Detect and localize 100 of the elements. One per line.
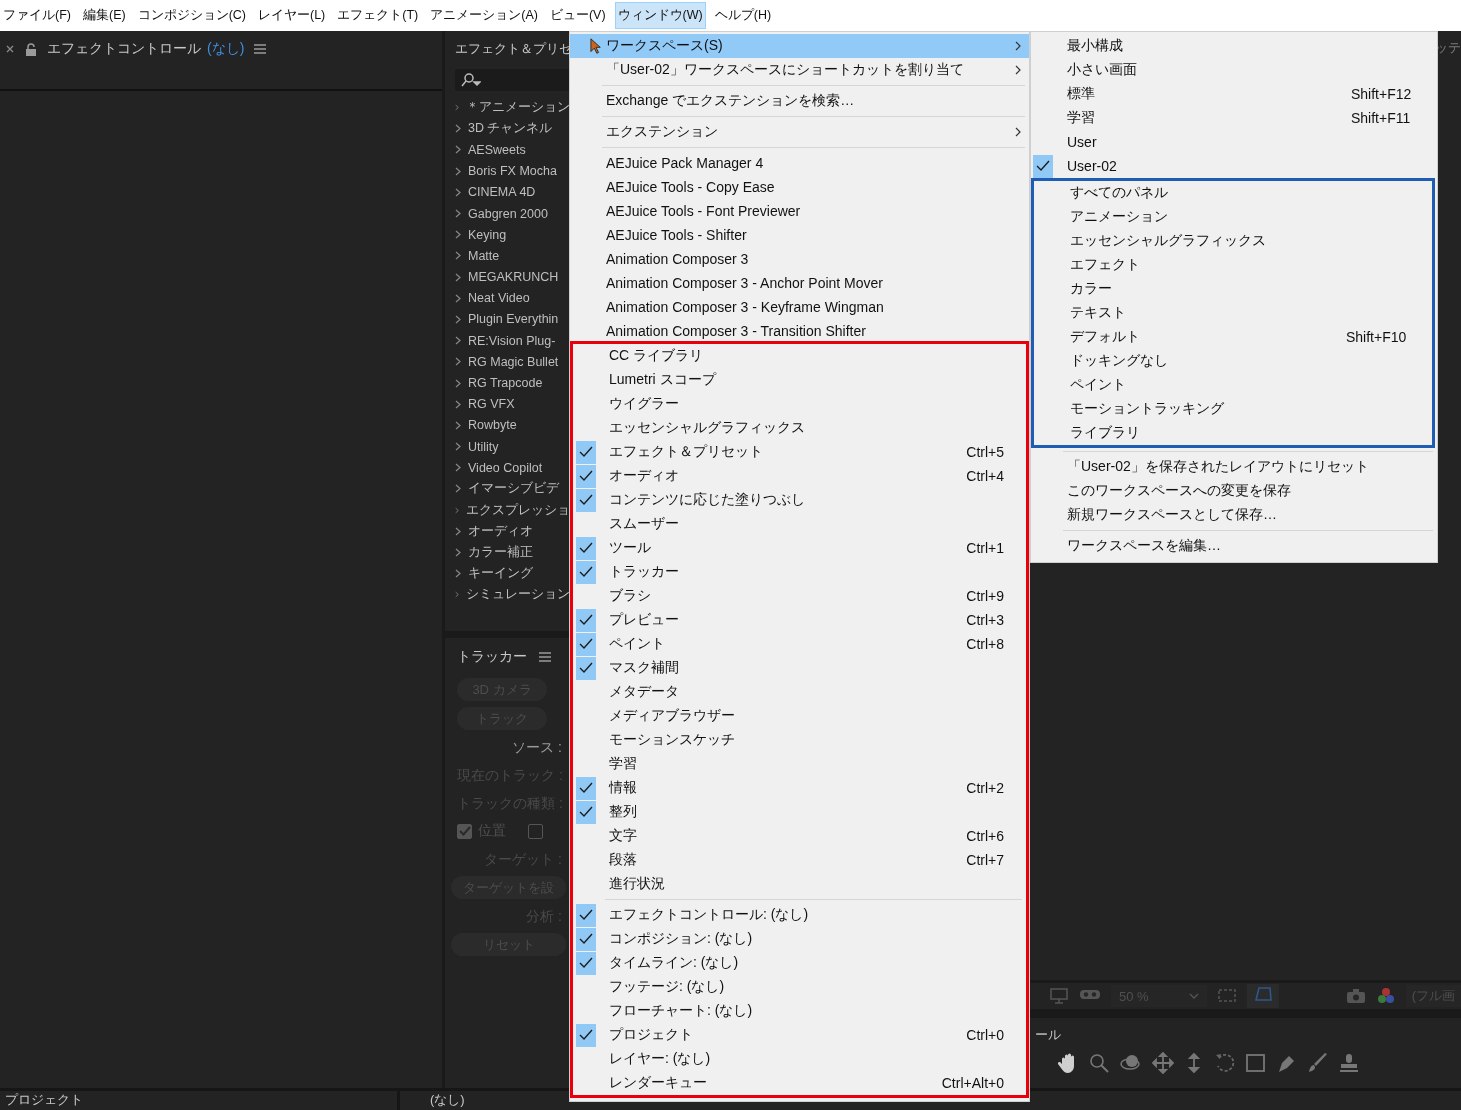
menu-item[interactable]: トラッカー xyxy=(573,560,1026,584)
menu-item[interactable]: メタデータ xyxy=(573,680,1026,704)
menu-item[interactable]: User xyxy=(1031,130,1437,154)
lock-icon[interactable] xyxy=(25,42,37,56)
menu-item[interactable]: ペイント xyxy=(1034,373,1432,397)
menu-item[interactable]: Lumetri スコープ xyxy=(573,368,1026,392)
search-field[interactable] xyxy=(455,69,570,91)
menu-item[interactable]: マスク補間 xyxy=(573,656,1026,680)
category-item[interactable]: イマーシブビデ xyxy=(451,478,570,500)
menu-bar-item[interactable]: ファイル(F) xyxy=(0,2,74,29)
category-item[interactable]: RG VFX xyxy=(451,393,570,415)
menu-item[interactable]: スムーザー xyxy=(573,512,1026,536)
menu-item[interactable]: 「User-02」を保存されたレイアウトにリセット xyxy=(1031,455,1437,479)
menu-bar-item[interactable]: 編集(E) xyxy=(79,2,129,29)
menu-item[interactable]: コンテンツに応じた塗りつぶし xyxy=(573,488,1026,512)
menu-item[interactable]: ライブラリ xyxy=(1034,421,1432,445)
menu-item[interactable]: 学習 Shift+F11 xyxy=(1031,106,1437,130)
menu-item[interactable]: ワークスペースを編集… xyxy=(1031,534,1437,558)
menu-item[interactable]: User-02 xyxy=(1031,154,1437,178)
menu-item[interactable]: 「User-02」ワークスペースにショートカットを割り当て xyxy=(570,58,1029,82)
panel-title[interactable]: ール xyxy=(1035,1018,1461,1045)
menu-bar-item[interactable]: レイヤー(L) xyxy=(255,2,329,29)
menu-item[interactable]: 小さい画面 xyxy=(1031,58,1437,82)
menu-item[interactable]: オーディオ Ctrl+4 xyxy=(573,464,1026,488)
menu-item[interactable]: エフェクト＆プリセット Ctrl+5 xyxy=(573,440,1026,464)
menu-item[interactable]: タイムライン: (なし) xyxy=(573,951,1026,975)
category-item[interactable]: Utility xyxy=(451,436,570,458)
menu-item[interactable]: 新規ワークスペースとして保存… xyxy=(1031,503,1437,527)
project-panel-tab[interactable]: プロジェクト xyxy=(0,1091,400,1110)
rotate-icon[interactable] xyxy=(1214,1052,1236,1075)
menu-item[interactable]: レイヤー: (なし) xyxy=(573,1047,1026,1071)
composition-panel-tab[interactable]: (なし) xyxy=(400,1091,465,1110)
menu-item[interactable]: AEJuice Tools - Font Previewer xyxy=(570,199,1029,223)
category-item[interactable]: Video Copilot xyxy=(451,457,570,479)
menu-bar-item[interactable]: アニメーション(A) xyxy=(427,2,541,29)
menu-item[interactable]: Animation Composer 3 - Transition Shifter xyxy=(570,319,1029,343)
menu-item[interactable]: エッセンシャルグラフィックス xyxy=(1034,229,1432,253)
category-item[interactable]: シミュレーション xyxy=(451,584,570,606)
menu-item[interactable]: カラー xyxy=(1034,277,1432,301)
menu-item[interactable]: 文字 Ctrl+6 xyxy=(573,824,1026,848)
menu-item[interactable]: プレビュー Ctrl+3 xyxy=(573,608,1026,632)
category-item[interactable]: Neat Video xyxy=(451,287,570,309)
menu-item[interactable]: ウイグラー xyxy=(573,392,1026,416)
menu-item[interactable]: 標準 Shift+F12 xyxy=(1031,82,1437,106)
category-item[interactable]: Plugin Everythin xyxy=(451,308,570,331)
menu-item[interactable]: ワークスペース(S) xyxy=(570,34,1029,58)
category-item[interactable]: Keying xyxy=(451,224,570,246)
menu-item[interactable]: モーションスケッチ xyxy=(573,728,1026,752)
menu-item[interactable]: ツール Ctrl+1 xyxy=(573,536,1026,560)
category-item[interactable]: キーイング xyxy=(451,563,570,585)
brush-icon[interactable] xyxy=(1307,1052,1329,1075)
menu-icon[interactable] xyxy=(539,652,551,662)
menu-bar-item[interactable]: ウィンドウ(W) xyxy=(614,2,706,29)
menu-item[interactable]: 学習 xyxy=(573,752,1026,776)
menu-item[interactable]: エッセンシャルグラフィックス xyxy=(573,416,1026,440)
menu-item[interactable]: すべてのパネル xyxy=(1034,181,1432,205)
menu-bar-item[interactable]: エフェクト(T) xyxy=(334,2,422,29)
category-item[interactable]: RE:Vision Plug- xyxy=(451,330,570,352)
category-item[interactable]: Matte xyxy=(451,245,570,267)
stamp-icon[interactable] xyxy=(1338,1052,1360,1075)
mask-toggle[interactable] xyxy=(1247,984,1279,1009)
menu-item[interactable]: デフォルト Shift+F10 xyxy=(1034,325,1432,349)
category-item[interactable]: Gabgren 2000 xyxy=(451,202,570,225)
menu-bar-item[interactable]: ヘルプ(H) xyxy=(711,2,775,29)
category-item[interactable]: オーディオ xyxy=(451,520,570,542)
category-item[interactable]: MEGAKRUNCH xyxy=(451,266,570,288)
menu-bar-item[interactable]: コンポジション(C) xyxy=(134,2,249,29)
menu-item[interactable]: AEJuice Tools - Shifter xyxy=(570,223,1029,247)
menu-item[interactable]: コンポジション: (なし) xyxy=(573,927,1026,951)
checkbox[interactable] xyxy=(528,823,543,839)
category-item[interactable]: Boris FX Mocha xyxy=(451,160,570,182)
monitor-icon[interactable] xyxy=(1049,987,1069,1006)
menu-item[interactable]: ブラシ Ctrl+9 xyxy=(573,584,1026,608)
category-item[interactable]: エクスプレッショ xyxy=(451,499,570,521)
menu-item[interactable]: 情報 Ctrl+2 xyxy=(573,776,1026,800)
menu-item[interactable]: Animation Composer 3 xyxy=(570,247,1029,271)
category-item[interactable]: 3D チャンネル xyxy=(451,118,570,140)
close-icon[interactable] xyxy=(5,44,15,54)
camera-icon[interactable] xyxy=(1345,988,1366,1005)
menu-item[interactable]: フローチャート: (なし) xyxy=(573,999,1026,1023)
menu-item[interactable]: テキスト xyxy=(1034,301,1432,325)
category-item[interactable]: Rowbyte xyxy=(451,414,570,436)
category-item[interactable]: カラー補正 xyxy=(451,541,570,564)
menu-item[interactable]: アニメーション xyxy=(1034,205,1432,229)
menu-item[interactable]: メディアブラウザー xyxy=(573,704,1026,728)
category-item[interactable]: RG Magic Bullet xyxy=(451,351,570,373)
channels-icon[interactable] xyxy=(1375,987,1396,1006)
menu-item[interactable]: AEJuice Tools - Copy Ease xyxy=(570,175,1029,199)
menu-item[interactable]: 進行状況 xyxy=(573,872,1026,896)
menu-item[interactable]: 最小構成 xyxy=(1031,34,1437,58)
menu-item[interactable]: Animation Composer 3 - Keyframe Wingman xyxy=(570,295,1029,319)
category-item[interactable]: AESweets xyxy=(451,139,570,161)
menu-item[interactable]: エフェクトコントロール: (なし) xyxy=(573,903,1026,927)
menu-icon[interactable] xyxy=(254,44,267,54)
menu-item[interactable]: エフェクト xyxy=(1034,253,1432,277)
zoom-icon[interactable] xyxy=(1088,1052,1110,1075)
menu-item[interactable]: 整列 xyxy=(573,800,1026,824)
menu-item[interactable]: 段落 Ctrl+7 xyxy=(573,848,1026,872)
menu-item[interactable]: エクステンション xyxy=(570,120,1029,144)
panel-title[interactable]: トラッカー xyxy=(457,648,527,666)
